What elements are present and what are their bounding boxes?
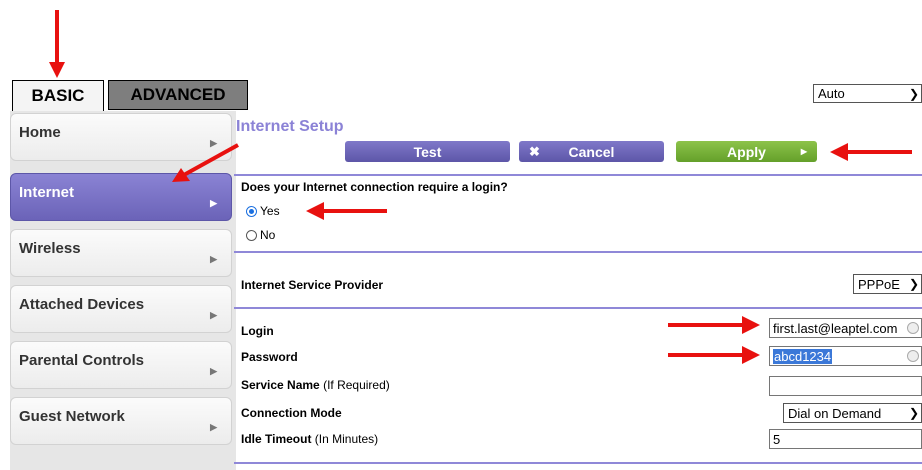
annotation-arrowhead-apply bbox=[830, 143, 848, 161]
annotation-arrowhead-login bbox=[742, 316, 760, 334]
annotation-arrows bbox=[49, 10, 912, 364]
annotation-arrowhead-yes bbox=[306, 202, 324, 220]
annotation-arrowhead-basic bbox=[49, 62, 65, 78]
annotation-arrowhead-password bbox=[742, 346, 760, 364]
annotation-arrow-internet bbox=[181, 143, 239, 178]
